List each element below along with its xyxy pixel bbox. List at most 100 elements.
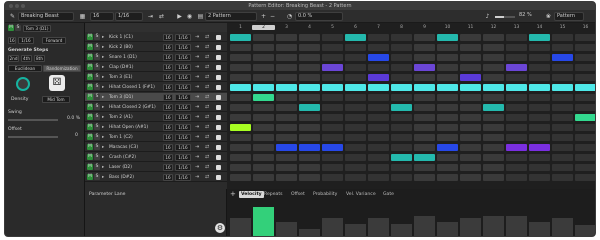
speaker-icon[interactable]: ♪ bbox=[483, 12, 492, 21]
active-step[interactable] bbox=[414, 64, 435, 71]
empty-step[interactable] bbox=[322, 154, 343, 161]
velocity-bar[interactable] bbox=[483, 216, 504, 236]
dice-icon[interactable]: ⚄ bbox=[49, 75, 65, 91]
lane-resolution-field[interactable]: 1/16 bbox=[175, 94, 191, 101]
active-step[interactable] bbox=[230, 84, 251, 91]
empty-step[interactable] bbox=[414, 94, 435, 101]
empty-step[interactable] bbox=[414, 114, 435, 121]
lane-solo-button[interactable]: S bbox=[94, 64, 100, 70]
empty-step[interactable] bbox=[506, 154, 527, 161]
lane-name[interactable]: Tom 1 (C2) bbox=[109, 133, 161, 142]
empty-step[interactable] bbox=[575, 134, 595, 141]
lane-loop-icon[interactable]: ⇄ bbox=[205, 123, 209, 132]
empty-step[interactable] bbox=[299, 114, 320, 121]
lane-dice-icon[interactable] bbox=[216, 125, 221, 130]
lane-name[interactable]: Hihat Closed 1 (F#1) bbox=[109, 83, 161, 92]
lane-direction-icon[interactable]: ⇥ bbox=[195, 53, 199, 62]
lane-direction-icon[interactable]: ⇥ bbox=[195, 93, 199, 102]
lane-name[interactable]: Crash (C#2) bbox=[109, 153, 161, 162]
lane-mute-button[interactable]: M bbox=[87, 74, 93, 80]
lane-length-field[interactable]: 16 bbox=[163, 54, 173, 61]
empty-step[interactable] bbox=[253, 64, 274, 71]
empty-step[interactable] bbox=[575, 54, 595, 61]
lane-solo-button[interactable]: S bbox=[94, 44, 100, 50]
lane-play-icon[interactable]: ▸ bbox=[102, 43, 104, 52]
empty-step[interactable] bbox=[414, 54, 435, 61]
lane-resolution-field[interactable]: 1/16 bbox=[175, 174, 191, 181]
lane-direction-icon[interactable]: ⇥ bbox=[195, 153, 199, 162]
active-step[interactable] bbox=[322, 84, 343, 91]
lane-play-icon[interactable]: ▸ bbox=[102, 53, 104, 62]
lane-direction-icon[interactable]: ⇥ bbox=[195, 143, 199, 152]
lane-loop-icon[interactable]: ⇄ bbox=[205, 113, 209, 122]
empty-step[interactable] bbox=[368, 174, 389, 181]
lane-play-icon[interactable]: ▸ bbox=[102, 83, 104, 92]
volume-slider[interactable] bbox=[495, 16, 515, 18]
empty-step[interactable] bbox=[276, 34, 297, 41]
empty-step[interactable] bbox=[391, 164, 412, 171]
empty-step[interactable] bbox=[575, 174, 595, 181]
empty-step[interactable] bbox=[322, 114, 343, 121]
lane-loop-icon[interactable]: ⇄ bbox=[205, 73, 209, 82]
empty-step[interactable] bbox=[276, 134, 297, 141]
lane-resolution-field[interactable]: 1/16 bbox=[175, 124, 191, 131]
active-step[interactable] bbox=[322, 144, 343, 151]
lane-mute-button[interactable]: M bbox=[87, 94, 93, 100]
zoom-window-button[interactable] bbox=[21, 4, 25, 8]
lane-solo-button[interactable]: S bbox=[94, 74, 100, 80]
empty-step[interactable] bbox=[437, 54, 458, 61]
lane-loop-icon[interactable]: ⇄ bbox=[205, 43, 209, 52]
empty-step[interactable] bbox=[575, 94, 595, 101]
active-step[interactable] bbox=[299, 144, 320, 151]
empty-step[interactable] bbox=[253, 174, 274, 181]
close-window-button[interactable] bbox=[9, 4, 13, 8]
empty-step[interactable] bbox=[506, 74, 527, 81]
lane-name[interactable]: Tom 2 (A1) bbox=[109, 113, 161, 122]
empty-step[interactable] bbox=[322, 134, 343, 141]
lane-direction-icon[interactable]: ⇥ bbox=[195, 83, 199, 92]
lane-loop-icon[interactable]: ⇄ bbox=[205, 133, 209, 142]
lane-solo-button[interactable]: S bbox=[94, 34, 100, 40]
lane-play-icon[interactable]: ▸ bbox=[102, 123, 104, 132]
active-step[interactable] bbox=[552, 54, 573, 61]
lane-dice-icon[interactable] bbox=[216, 95, 221, 100]
empty-step[interactable] bbox=[391, 44, 412, 51]
lane-row[interactable]: M S ▸ Kick 1 (C1) 16 1/16 ⇥ ⇄ bbox=[85, 33, 227, 42]
lane-mute-button[interactable]: M bbox=[87, 114, 93, 120]
lane-name[interactable]: Maracas (C3) bbox=[109, 143, 161, 152]
active-step[interactable] bbox=[460, 84, 481, 91]
lane-play-icon[interactable]: ▸ bbox=[102, 93, 104, 102]
active-step[interactable] bbox=[575, 84, 595, 91]
empty-step[interactable] bbox=[368, 114, 389, 121]
lane-dice-icon[interactable] bbox=[216, 35, 221, 40]
empty-step[interactable] bbox=[575, 64, 595, 71]
lane-resolution-field[interactable]: 1/16 bbox=[175, 84, 191, 91]
lane-solo-button[interactable]: S bbox=[94, 174, 100, 180]
empty-step[interactable] bbox=[552, 34, 573, 41]
lane-dice-icon[interactable] bbox=[216, 65, 221, 70]
empty-step[interactable] bbox=[230, 64, 251, 71]
active-step[interactable] bbox=[506, 84, 527, 91]
active-step[interactable] bbox=[253, 84, 274, 91]
empty-step[interactable] bbox=[483, 164, 504, 171]
empty-step[interactable] bbox=[529, 114, 550, 121]
euclidean-tab[interactable]: Euclidean bbox=[8, 65, 42, 72]
lane-mute-button[interactable]: M bbox=[87, 164, 93, 170]
lane-length-field[interactable]: 16 bbox=[163, 104, 173, 111]
lane-direction-icon[interactable]: ⇥ bbox=[195, 123, 199, 132]
empty-step[interactable] bbox=[391, 54, 412, 61]
active-step[interactable] bbox=[368, 84, 389, 91]
empty-step[interactable] bbox=[322, 104, 343, 111]
empty-step[interactable] bbox=[391, 174, 412, 181]
empty-step[interactable] bbox=[414, 44, 435, 51]
empty-step[interactable] bbox=[391, 94, 412, 101]
empty-step[interactable] bbox=[437, 64, 458, 71]
lane-length-field[interactable]: 16 bbox=[163, 144, 173, 151]
lane-name[interactable]: Bass (D#2) bbox=[109, 173, 161, 182]
lane-solo-button[interactable]: S bbox=[94, 154, 100, 160]
param-tab-offset[interactable]: Offset bbox=[291, 191, 305, 198]
lane-solo-button[interactable]: S bbox=[94, 124, 100, 130]
lane-row[interactable]: M S ▸ Tom 1 (C2) 16 1/16 ⇥ ⇄ bbox=[85, 133, 227, 142]
active-step[interactable] bbox=[529, 84, 550, 91]
empty-step[interactable] bbox=[529, 104, 550, 111]
